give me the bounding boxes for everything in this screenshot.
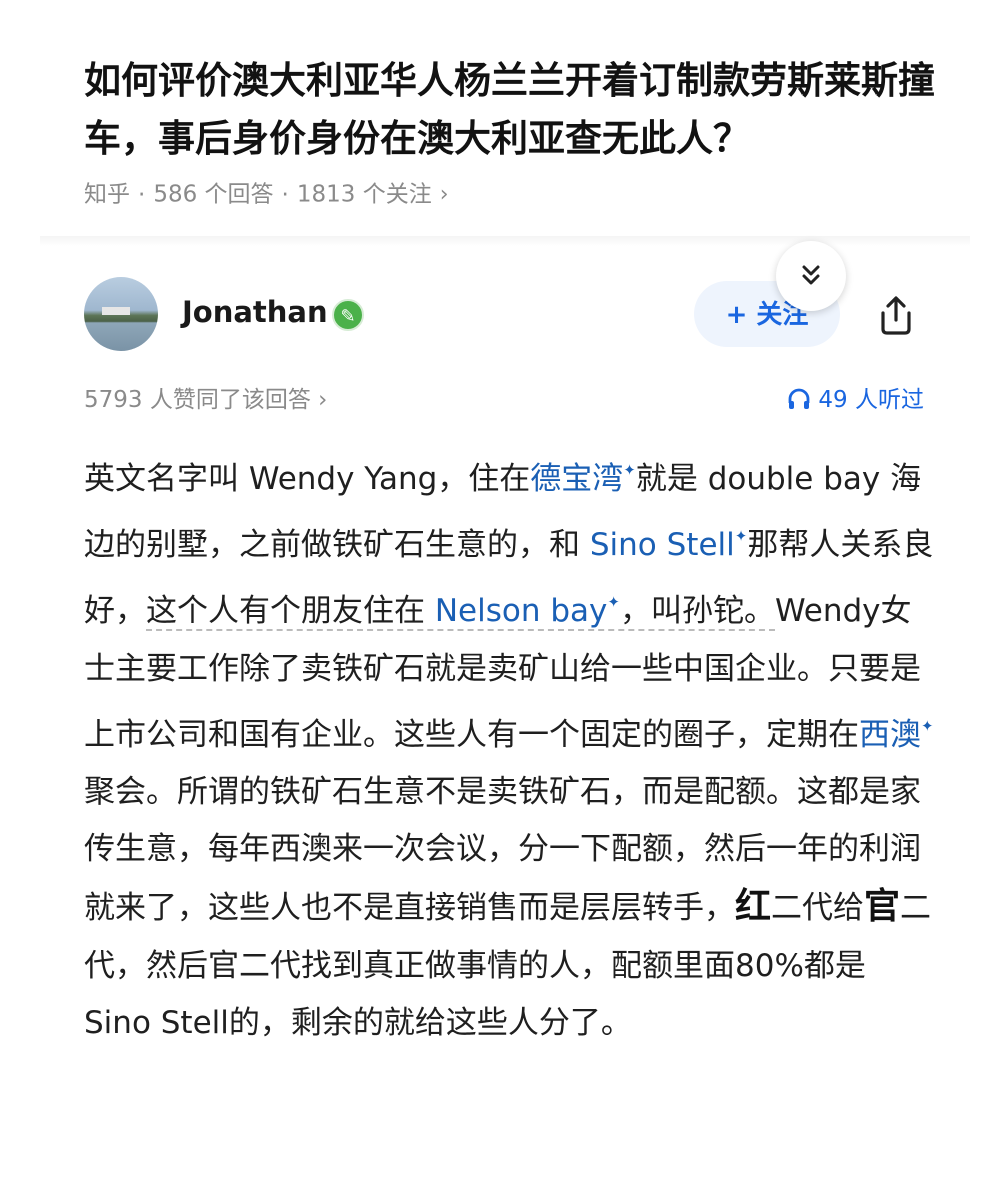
link-plus-icon: ✦ <box>921 716 934 735</box>
author-row: Jonathan ✎ + 关注 <box>84 241 944 357</box>
author-name[interactable]: Jonathan <box>182 295 328 329</box>
upvote-count[interactable]: 5793 人赞同了该回答 › <box>84 380 327 420</box>
stats-row: 5793 人赞同了该回答 › 49 人听过 <box>84 380 924 420</box>
highlighted-text[interactable]: 这个人有个朋友住在 Nelson bay✦，叫孙铊。 <box>146 593 775 632</box>
verified-icon: ✎ <box>332 299 364 331</box>
separator-dot: · <box>138 181 146 208</box>
answer-text: 二代给 <box>771 890 865 927</box>
chevron-double-down-icon[interactable] <box>776 241 846 311</box>
overlay-char-hong: 红 <box>735 885 772 928</box>
follower-count: 1813 个关注 <box>296 181 432 208</box>
link-nelson-bay[interactable]: Nelson bay✦ <box>435 593 620 629</box>
chevron-right-icon: › <box>439 181 449 207</box>
link-plus-icon: ✦ <box>734 527 748 546</box>
link-plus-icon: ✦ <box>607 593 620 612</box>
question-title[interactable]: 如何评价澳大利亚华人杨兰兰开着订制款劳斯莱斯撞车，事后身价身份在澳大利亚查无此人… <box>84 52 944 168</box>
divider <box>40 236 970 246</box>
overlay-char-guan: 官 <box>864 885 901 928</box>
link-sino-stell[interactable]: Sino Stell✦ <box>590 527 747 563</box>
answer-body: 英文名字叫 Wendy Yang，住在德宝湾✦就是 double bay 海边的… <box>84 442 934 1052</box>
question-meta[interactable]: 知乎 · 586 个回答 · 1813 个关注 › <box>84 174 449 215</box>
link-west-australia[interactable]: 西澳✦ <box>859 717 934 753</box>
listen-count[interactable]: 49 人听过 <box>787 380 924 420</box>
link-plus-icon: ✦ <box>623 461 636 479</box>
separator-dot: · <box>281 181 289 208</box>
link-debao-bay[interactable]: 德宝湾✦ <box>530 461 636 497</box>
share-icon[interactable] <box>874 293 918 337</box>
listen-label: 49 人听过 <box>818 387 924 413</box>
answer-text: 英文名字叫 Wendy Yang，住在 <box>84 461 531 497</box>
source-label: 知乎 <box>84 181 130 208</box>
headphones-icon <box>787 387 818 413</box>
answer-count: 586 个回答 <box>153 181 274 208</box>
avatar[interactable] <box>84 277 158 351</box>
